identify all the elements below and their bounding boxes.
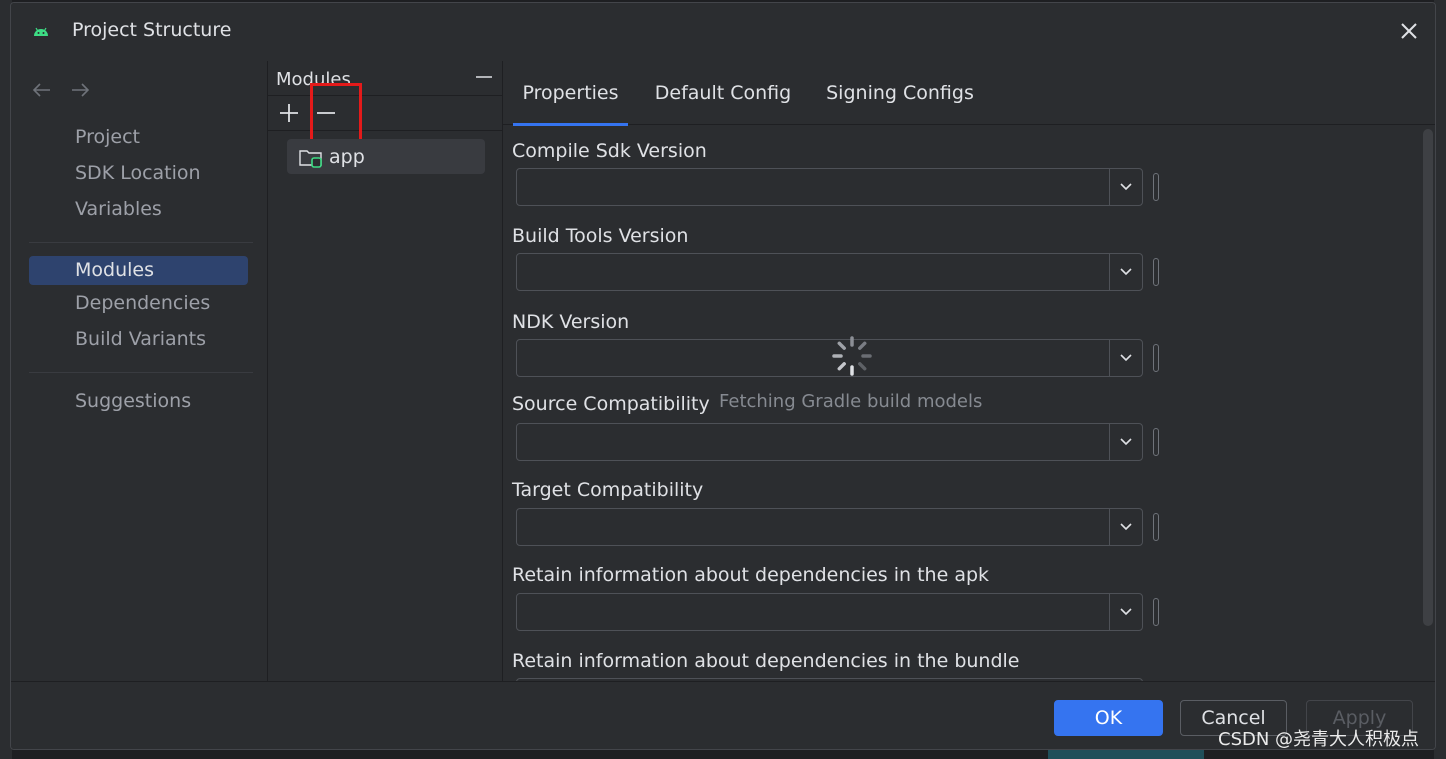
browse-handle[interactable] <box>1153 513 1159 541</box>
android-icon <box>34 27 48 36</box>
browse-handle[interactable] <box>1153 428 1159 456</box>
nav-item-sdk-location[interactable]: SDK Location <box>29 159 248 188</box>
tab-default-config[interactable]: Default Config <box>653 61 793 125</box>
retain-deps-apk-combo[interactable] <box>516 593 1143 631</box>
nav-divider <box>29 372 253 373</box>
modules-toolbar <box>268 95 502 131</box>
nav-divider <box>29 242 253 243</box>
vertical-scrollbar[interactable] <box>1423 129 1433 626</box>
target-compatibility-combo[interactable] <box>516 508 1143 546</box>
tab-properties[interactable]: Properties <box>513 61 628 126</box>
modules-panel: Modules app <box>267 61 503 681</box>
source-compatibility-combo[interactable] <box>516 423 1143 461</box>
title-bar: Project Structure <box>11 3 1435 61</box>
ok-button[interactable]: OK <box>1054 700 1163 736</box>
tab-signing-configs[interactable]: Signing Configs <box>825 61 975 125</box>
chevron-down-icon[interactable] <box>1109 509 1142 545</box>
nav-item-modules[interactable]: Modules <box>29 256 248 285</box>
minimize-icon[interactable] <box>474 67 494 87</box>
nav-item-project[interactable]: Project <box>29 123 248 152</box>
field-label: Retain information about dependencies in… <box>512 650 1020 672</box>
chevron-down-icon[interactable] <box>1109 424 1142 460</box>
browse-handle[interactable] <box>1153 598 1159 626</box>
chevron-down-icon[interactable] <box>1109 594 1142 630</box>
chevron-down-icon[interactable] <box>1109 169 1142 205</box>
field-label: Source Compatibility <box>512 393 710 415</box>
nav-item-suggestions[interactable]: Suggestions <box>29 387 248 416</box>
nav-item-variables[interactable]: Variables <box>29 195 248 224</box>
module-detail-pane: Properties Default Config Signing Config… <box>503 61 1435 681</box>
field-label: Retain information about dependencies in… <box>512 564 990 586</box>
browse-handle[interactable] <box>1153 344 1159 372</box>
close-icon[interactable] <box>1397 19 1421 43</box>
chevron-down-icon[interactable] <box>1109 340 1142 376</box>
compile-sdk-version-combo[interactable] <box>516 168 1143 206</box>
build-tools-version-combo[interactable] <box>516 253 1143 291</box>
module-item-app[interactable]: app <box>287 139 485 174</box>
watermark-text: CSDN @尧青大人积极点 <box>1218 729 1420 750</box>
navigation-panel: Project SDK Location Variables Modules D… <box>11 61 267 681</box>
loading-spinner-icon <box>832 336 872 376</box>
properties-form: Compile Sdk Version Build Tools Version … <box>503 125 1435 681</box>
module-folder-icon <box>299 150 322 168</box>
browse-handle[interactable] <box>1153 173 1159 201</box>
field-label: Target Compatibility <box>512 479 704 501</box>
nav-item-build-variants[interactable]: Build Variants <box>29 325 248 354</box>
history-navigation <box>31 79 91 101</box>
loading-status-text: Fetching Gradle build models <box>719 391 983 412</box>
detail-tabs: Properties Default Config Signing Config… <box>503 61 1435 126</box>
browse-handle[interactable] <box>1153 258 1159 286</box>
add-module-icon[interactable] <box>276 100 302 126</box>
dialog-title: Project Structure <box>72 19 232 41</box>
module-item-label: app <box>329 145 365 168</box>
project-structure-dialog: Project Structure Project SDK Location V… <box>10 2 1436 750</box>
nav-item-dependencies[interactable]: Dependencies <box>29 289 248 318</box>
field-label: Build Tools Version <box>512 225 689 247</box>
forward-arrow-icon[interactable] <box>69 79 91 101</box>
annotation-highlight-box <box>310 83 362 145</box>
chevron-down-icon[interactable] <box>1109 254 1142 290</box>
field-label: NDK Version <box>512 311 630 333</box>
back-arrow-icon[interactable] <box>31 79 53 101</box>
field-label: Compile Sdk Version <box>512 140 707 162</box>
